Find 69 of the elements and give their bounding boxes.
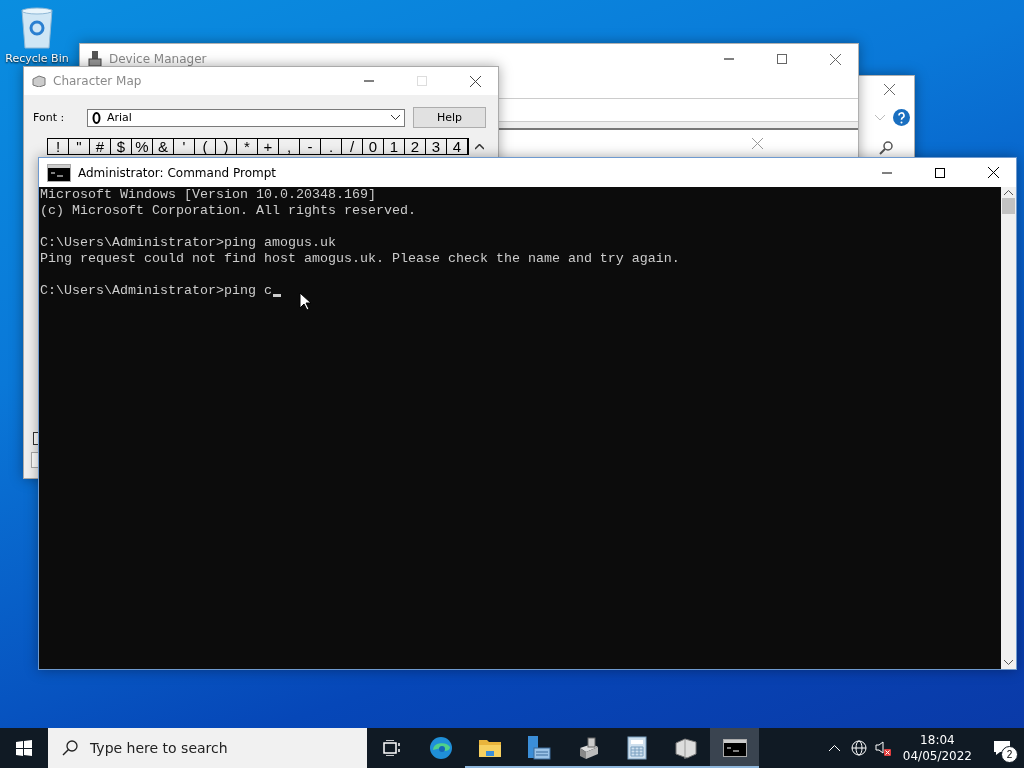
character-cell[interactable]: 3 bbox=[426, 139, 447, 154]
scrollbar[interactable] bbox=[1001, 187, 1016, 669]
folder-icon bbox=[477, 738, 502, 758]
browser-icon bbox=[428, 736, 453, 760]
scroll-up-icon[interactable] bbox=[475, 143, 484, 150]
character-cell[interactable]: / bbox=[342, 139, 363, 154]
clock[interactable]: 18:04 04/05/2022 bbox=[894, 732, 980, 764]
close-icon bbox=[884, 84, 895, 95]
window-title: Administrator: Command Prompt bbox=[78, 165, 277, 180]
console-line: C:\Users\Administrator>ping amogus.uk bbox=[40, 235, 337, 251]
scroll-thumb[interactable] bbox=[1002, 198, 1015, 214]
globe-icon bbox=[850, 740, 867, 756]
maximize-icon bbox=[935, 167, 945, 178]
speaker-muted-icon bbox=[874, 740, 891, 756]
character-cell[interactable]: * bbox=[237, 139, 258, 154]
character-cell[interactable]: 2 bbox=[405, 139, 426, 154]
character-cell[interactable]: - bbox=[300, 139, 321, 154]
mouse-pointer-icon bbox=[299, 292, 311, 311]
window-title: Character Map bbox=[53, 74, 143, 88]
notifications-button[interactable]: 2 bbox=[980, 728, 1024, 768]
server-icon bbox=[525, 735, 552, 761]
window-title: Device Manager bbox=[109, 52, 208, 66]
character-map-icon bbox=[32, 75, 46, 87]
search-icon[interactable] bbox=[879, 141, 893, 155]
desktop-icon-label[interactable]: Recycle Bin bbox=[5, 52, 69, 65]
character-cell[interactable]: 4 bbox=[447, 139, 468, 154]
opentype-font-icon bbox=[92, 111, 101, 124]
character-cell[interactable]: % bbox=[132, 139, 153, 154]
font-dropdown[interactable]: Arial bbox=[87, 108, 405, 127]
help-button[interactable]: Help bbox=[413, 107, 486, 128]
help-icon[interactable] bbox=[893, 109, 910, 126]
character-cell[interactable]: + bbox=[258, 139, 279, 154]
close-icon bbox=[752, 138, 763, 149]
character-cell[interactable]: ! bbox=[48, 139, 69, 154]
task-view-icon bbox=[382, 740, 401, 756]
character-cell[interactable]: ' bbox=[174, 139, 195, 154]
character-cell[interactable]: 1 bbox=[384, 139, 405, 154]
notification-count: 2 bbox=[1001, 746, 1018, 763]
font-label: Font : bbox=[33, 111, 66, 124]
console-icon bbox=[722, 739, 747, 757]
close-icon bbox=[987, 167, 999, 178]
chevron-up-icon bbox=[829, 745, 841, 751]
console-line: Microsoft Windows [Version 10.0.20348.169] bbox=[40, 187, 377, 203]
console-icon bbox=[47, 163, 71, 182]
recycle-bin-icon[interactable] bbox=[19, 6, 55, 50]
device-manager-icon bbox=[88, 51, 102, 67]
character-cell[interactable]: , bbox=[279, 139, 300, 154]
close-icon bbox=[469, 75, 481, 87]
scroll-up-icon[interactable] bbox=[1004, 190, 1013, 196]
character-cell[interactable]: 0 bbox=[363, 139, 384, 154]
scroll-down-icon[interactable] bbox=[1004, 659, 1013, 665]
close-icon bbox=[829, 53, 841, 65]
search-icon bbox=[62, 740, 78, 756]
taskbar-button[interactable] bbox=[710, 728, 759, 768]
character-cell[interactable]: . bbox=[321, 139, 342, 154]
character-cell[interactable]: $ bbox=[111, 139, 132, 154]
character-cell[interactable]: & bbox=[153, 139, 174, 154]
maximize-icon bbox=[417, 76, 427, 86]
search-field[interactable]: Type here to search bbox=[48, 728, 367, 768]
chevron-down-icon bbox=[391, 115, 400, 120]
character-cell[interactable]: # bbox=[90, 139, 111, 154]
console-line: Ping request could not find host amogus.uk. Please check the name and try again. bbox=[40, 251, 681, 267]
maximize-icon bbox=[777, 54, 787, 64]
windows-logo-icon bbox=[16, 740, 32, 756]
character-map-icon bbox=[673, 737, 698, 759]
character-cell[interactable]: " bbox=[69, 139, 90, 154]
console-line: C:\Users\Administrator>ping c bbox=[40, 283, 1001, 299]
console-line: (c) Microsoft Corporation. All rights reserved. bbox=[40, 203, 417, 219]
calculator-icon bbox=[626, 736, 647, 760]
